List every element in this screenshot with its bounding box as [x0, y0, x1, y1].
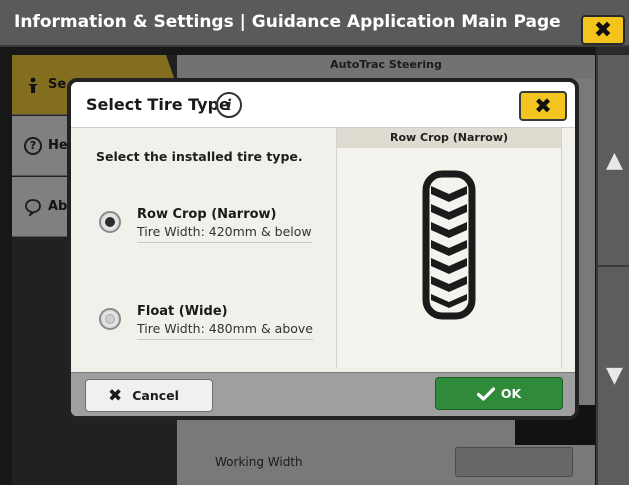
dialog-title: Select Tire Type [86, 95, 230, 114]
ok-label: OK [500, 386, 522, 401]
dialog-close-button[interactable]: ✖ [519, 91, 567, 121]
page-title: Information & Settings | Guidance Applic… [14, 12, 561, 32]
arrow-down-icon: ▼ [606, 362, 623, 388]
radio-selected-icon[interactable] [99, 211, 121, 233]
radio-unselected-icon[interactable] [99, 308, 121, 330]
preview-title: Row Crop (Narrow) [337, 128, 561, 148]
cancel-label: Cancel [132, 388, 179, 403]
option-detail: Tire Width: 420mm & below [137, 224, 312, 243]
option-name: Float (Wide) [137, 304, 228, 319]
dialog-header: Select Tire Type i ✖ [71, 82, 575, 128]
scrollbar: ▲ ▼ [596, 55, 629, 485]
dialog-footer: ✖ Cancel OK [71, 372, 575, 416]
info-icon[interactable]: i [216, 92, 242, 118]
scroll-down-button[interactable]: ▼ [598, 269, 629, 481]
tire-tread-icon [422, 170, 476, 320]
dialog-body: Select the installed tire type. Row Crop… [71, 128, 575, 372]
tire-option-row-crop[interactable]: Row Crop (Narrow) Tire Width: 420mm & be… [96, 203, 326, 251]
select-tire-type-dialog: Select Tire Type i ✖ Select the installe… [67, 78, 579, 420]
option-name: Row Crop (Narrow) [137, 207, 277, 222]
option-detail: Tire Width: 480mm & above [137, 321, 313, 340]
cancel-button[interactable]: ✖ Cancel [85, 379, 213, 412]
title-bar: Information & Settings | Guidance Applic… [0, 0, 629, 47]
tire-option-float[interactable]: Float (Wide) Tire Width: 480mm & above [96, 300, 326, 348]
dialog-prompt: Select the installed tire type. [96, 149, 303, 164]
page-close-button[interactable]: ✖ [581, 15, 625, 45]
arrow-up-icon: ▲ [606, 147, 623, 173]
tire-preview: Row Crop (Narrow) [336, 128, 562, 368]
checkmark-icon [476, 386, 495, 401]
close-icon: ✖ [108, 385, 123, 406]
scroll-up-button[interactable]: ▲ [598, 55, 629, 267]
ok-button[interactable]: OK [435, 377, 563, 410]
